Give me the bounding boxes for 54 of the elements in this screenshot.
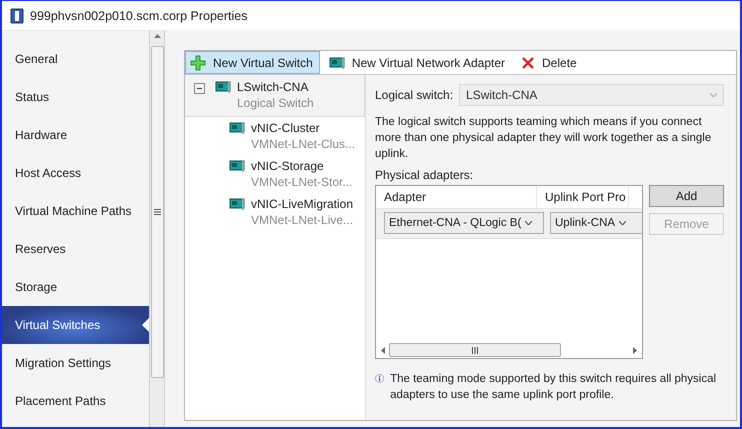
dialog-button[interactable]: Add: [649, 185, 724, 207]
network-card-icon: [328, 56, 345, 70]
sidebar-item[interactable]: Migration Settings: [2, 344, 149, 382]
up-arrow-icon: [154, 34, 160, 38]
logical-switch-dropdown[interactable]: LSwitch-CNA: [459, 84, 724, 106]
adapter-name[interactable]: vNIC-Cluster: [251, 121, 356, 136]
window-title: 999phvsn002p010.scm.corp Properties: [30, 8, 248, 22]
sidebar-item[interactable]: Status: [2, 78, 149, 116]
uplink-dropdown[interactable]: Uplink-CNA: [550, 212, 642, 234]
tree-item[interactable]: LSwitch-CNA Logical Switch: [185, 75, 365, 117]
network-name: VMNet-LNet-Stor...: [251, 174, 352, 190]
toolbar-button[interactable]: New Virtual Switch: [185, 51, 320, 74]
network-name: VMNet-LNet-Live...: [251, 212, 354, 228]
chevron-icon: [525, 221, 532, 225]
sidebar-item[interactable]: Placement Paths: [2, 382, 149, 420]
switch-name: LSwitch-CNA: [237, 80, 310, 95]
column-header[interactable]: Adapter: [376, 186, 537, 208]
sidebar-item[interactable]: General: [2, 40, 149, 78]
adapter-dropdown[interactable]: Ethernet-CNA - QLogic B(: [384, 212, 544, 234]
chevron-icon: [619, 221, 626, 225]
chevron-icon: [710, 93, 717, 97]
column-header[interactable]: Uplink Port Pro: [537, 186, 629, 208]
field-label: Physical adapters:: [375, 168, 474, 182]
field-label: Logical switch:: [375, 88, 454, 102]
description-text: The logical switch supports teaming which means if you connect more than one physical adapter they will work together as a single uplink.: [375, 115, 712, 162]
switch-type: Logical Switch: [237, 95, 314, 111]
sidebar-item[interactable]: Hardware: [2, 116, 149, 154]
properties-icon: [10, 8, 24, 24]
adapter-name[interactable]: vNIC-Storage: [251, 159, 352, 174]
sidebar-item[interactable]: Host Access: [2, 154, 149, 192]
grip-icon: [154, 209, 160, 215]
network-name: VMNet-LNet-Clus...: [251, 136, 356, 152]
scrollbar-thumb[interactable]: [150, 46, 164, 378]
toolbar-button[interactable]: New Virtual Network Adapter: [324, 51, 512, 74]
plus-icon: [190, 54, 206, 70]
adapter-name[interactable]: vNIC-LiveMigration: [251, 197, 354, 212]
scrollbar[interactable]: [149, 30, 165, 427]
sidebar-item[interactable]: Storage: [2, 268, 149, 306]
network-card-icon: [229, 121, 245, 135]
sidebar-item[interactable]: Virtual Switches: [2, 306, 149, 344]
network-card-icon: [215, 80, 231, 94]
right-arrow-icon: [633, 346, 637, 354]
scrollbar-thumb[interactable]: [389, 343, 561, 357]
close-icon: [521, 56, 536, 70]
network-card-icon: [229, 159, 245, 173]
sidebar-item[interactable]: Virtual Machine Paths: [2, 192, 149, 230]
sidebar-item[interactable]: Reserves: [2, 230, 149, 268]
info-icon: [375, 371, 384, 386]
network-card-icon: [229, 197, 245, 211]
collapse-toggle[interactable]: [194, 83, 205, 94]
left-arrow-icon: [381, 346, 385, 354]
toolbar-button[interactable]: Delete: [516, 51, 584, 74]
grip-icon: [472, 346, 478, 354]
info-note: The teaming mode supported by this switch requires all physical adapters to use the same uplink port profile.: [390, 372, 718, 403]
